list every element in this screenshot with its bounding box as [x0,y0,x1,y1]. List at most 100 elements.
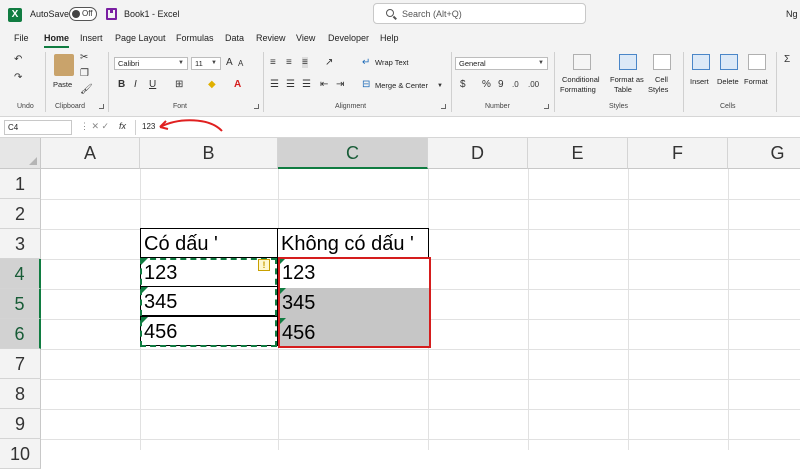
row-header-8[interactable]: 8 [0,379,41,409]
tab-data[interactable]: Data [225,33,244,43]
formula-bar: C4 ⋮ ✕ ✓ fx 123 [0,117,800,138]
cell-c3[interactable]: Không có dấu ' [277,228,429,258]
format-cells-icon[interactable] [748,54,766,70]
currency-button[interactable]: $ [460,79,466,90]
tab-formulas[interactable]: Formulas [176,33,214,43]
grow-font-icon[interactable]: A [226,57,233,68]
cell-b3[interactable]: Có dấu ' [140,228,278,258]
cell-styles-icon[interactable] [653,54,671,70]
conditional-label[interactable]: Conditional [562,75,600,84]
align-right-icon[interactable]: ☰ [302,79,311,90]
bold-button[interactable]: B [118,79,125,90]
autosave-toggle[interactable]: Off [69,7,97,21]
format-cells-button[interactable]: Format [744,77,768,86]
clipboard-launcher-icon[interactable] [99,104,104,109]
paste-button[interactable]: Paste [53,80,72,89]
cut-icon[interactable]: ✂ [80,52,88,63]
select-all-button[interactable] [0,138,41,169]
top-align-icon[interactable]: ≡ [270,57,276,68]
format-as-label[interactable]: Format as [610,75,644,84]
row-header-10[interactable]: 10 [0,439,41,469]
decrease-indent-icon[interactable]: ⇤ [320,79,328,90]
tab-review[interactable]: Review [256,33,286,43]
tab-file[interactable]: File [14,33,29,43]
wrap-text-button[interactable]: Wrap Text [375,58,409,67]
row-header-5[interactable]: 5 [0,289,41,319]
number-launcher-icon[interactable] [544,104,549,109]
cell-styles-label[interactable]: Styles [648,85,668,94]
copy-icon[interactable]: ❐ [80,68,89,79]
align-left-icon[interactable]: ☰ [270,79,279,90]
middle-align-icon[interactable]: ≡ [286,57,292,68]
row-header-2[interactable]: 2 [0,199,41,229]
tab-page-layout[interactable]: Page Layout [115,33,166,43]
delete-cells-button[interactable]: Delete [717,77,739,86]
fill-color-icon[interactable]: ◆ [208,79,216,90]
user-name[interactable]: Ng [786,9,798,19]
formula-input[interactable]: 123 [135,120,795,135]
bottom-align-icon[interactable]: ≡ [302,57,308,68]
row-header-6[interactable]: 6 [0,319,41,349]
column-header-f[interactable]: F [628,138,728,169]
row-header-9[interactable]: 9 [0,409,41,439]
table-label[interactable]: Table [614,85,632,94]
name-box[interactable]: C4 [4,120,72,135]
insert-cells-icon[interactable] [692,54,710,70]
number-format-select[interactable]: General ▼ [455,57,548,70]
column-header-e[interactable]: E [528,138,628,169]
paste-icon[interactable] [54,54,74,76]
row-header-3[interactable]: 3 [0,229,41,259]
column-header-c[interactable]: C [278,138,428,169]
column-header-a[interactable]: A [41,138,140,169]
gridline [41,439,800,440]
decrease-decimal-icon[interactable]: .00 [528,79,539,90]
align-center-icon[interactable]: ☰ [286,79,295,90]
insert-cells-button[interactable]: Insert [690,77,709,86]
cell-label[interactable]: Cell [655,75,668,84]
font-color-icon[interactable]: A [234,79,241,90]
formatting-label[interactable]: Formatting [560,85,596,94]
group-label-number: Number [485,103,510,110]
increase-indent-icon[interactable]: ⇥ [336,79,344,90]
borders-icon[interactable]: ⊞ [175,79,183,90]
autosave-label: AutoSave [30,9,70,19]
font-launcher-icon[interactable] [254,104,259,109]
group-label-clipboard: Clipboard [55,103,85,110]
font-size-select[interactable]: 11 ▼ [191,57,221,70]
shrink-font-icon[interactable]: A [238,58,243,69]
row-header-1[interactable]: 1 [0,169,41,199]
save-icon[interactable] [106,8,117,20]
format-painter-icon[interactable]: 🖌 [80,84,93,95]
column-header-g[interactable]: G [728,138,800,169]
tab-help[interactable]: Help [380,33,399,43]
format-as-table-icon[interactable] [619,54,637,70]
tab-view[interactable]: View [296,33,315,43]
autosum-icon[interactable]: Σ [784,54,790,65]
insert-function-icon[interactable]: fx [119,121,126,131]
merge-center-button[interactable]: Merge & Center [375,81,428,90]
redo-icon[interactable]: ↷ [14,72,22,83]
tab-insert[interactable]: Insert [80,33,103,43]
error-warning-icon[interactable]: ! [258,259,270,271]
row-header-4[interactable]: 4 [0,259,41,289]
alignment-launcher-icon[interactable] [441,104,446,109]
column-header-b[interactable]: B [140,138,278,169]
undo-icon[interactable]: ↶ [14,54,22,65]
search-box[interactable]: Search (Alt+Q) [373,3,586,24]
font-name-select[interactable]: Calibri ▼ [114,57,188,70]
row-header-7[interactable]: 7 [0,349,41,379]
percent-button[interactable]: % [482,79,491,90]
tab-developer[interactable]: Developer [328,33,369,43]
delete-cells-icon[interactable] [720,54,738,70]
chevron-down-icon[interactable]: ▼ [437,81,443,92]
column-header-d[interactable]: D [428,138,528,169]
conditional-formatting-icon[interactable] [573,54,591,70]
increase-decimal-icon[interactable]: .0 [512,79,519,90]
orientation-icon[interactable]: ↗ [325,57,333,68]
tab-home[interactable]: Home [44,33,70,48]
selection-outline [278,257,431,348]
italic-button[interactable]: I [134,79,137,90]
comma-style-button[interactable]: 9 [498,79,504,90]
underline-button[interactable]: U [149,79,156,90]
cancel-icon[interactable]: ⋮ ✕ ✓ [80,121,109,132]
